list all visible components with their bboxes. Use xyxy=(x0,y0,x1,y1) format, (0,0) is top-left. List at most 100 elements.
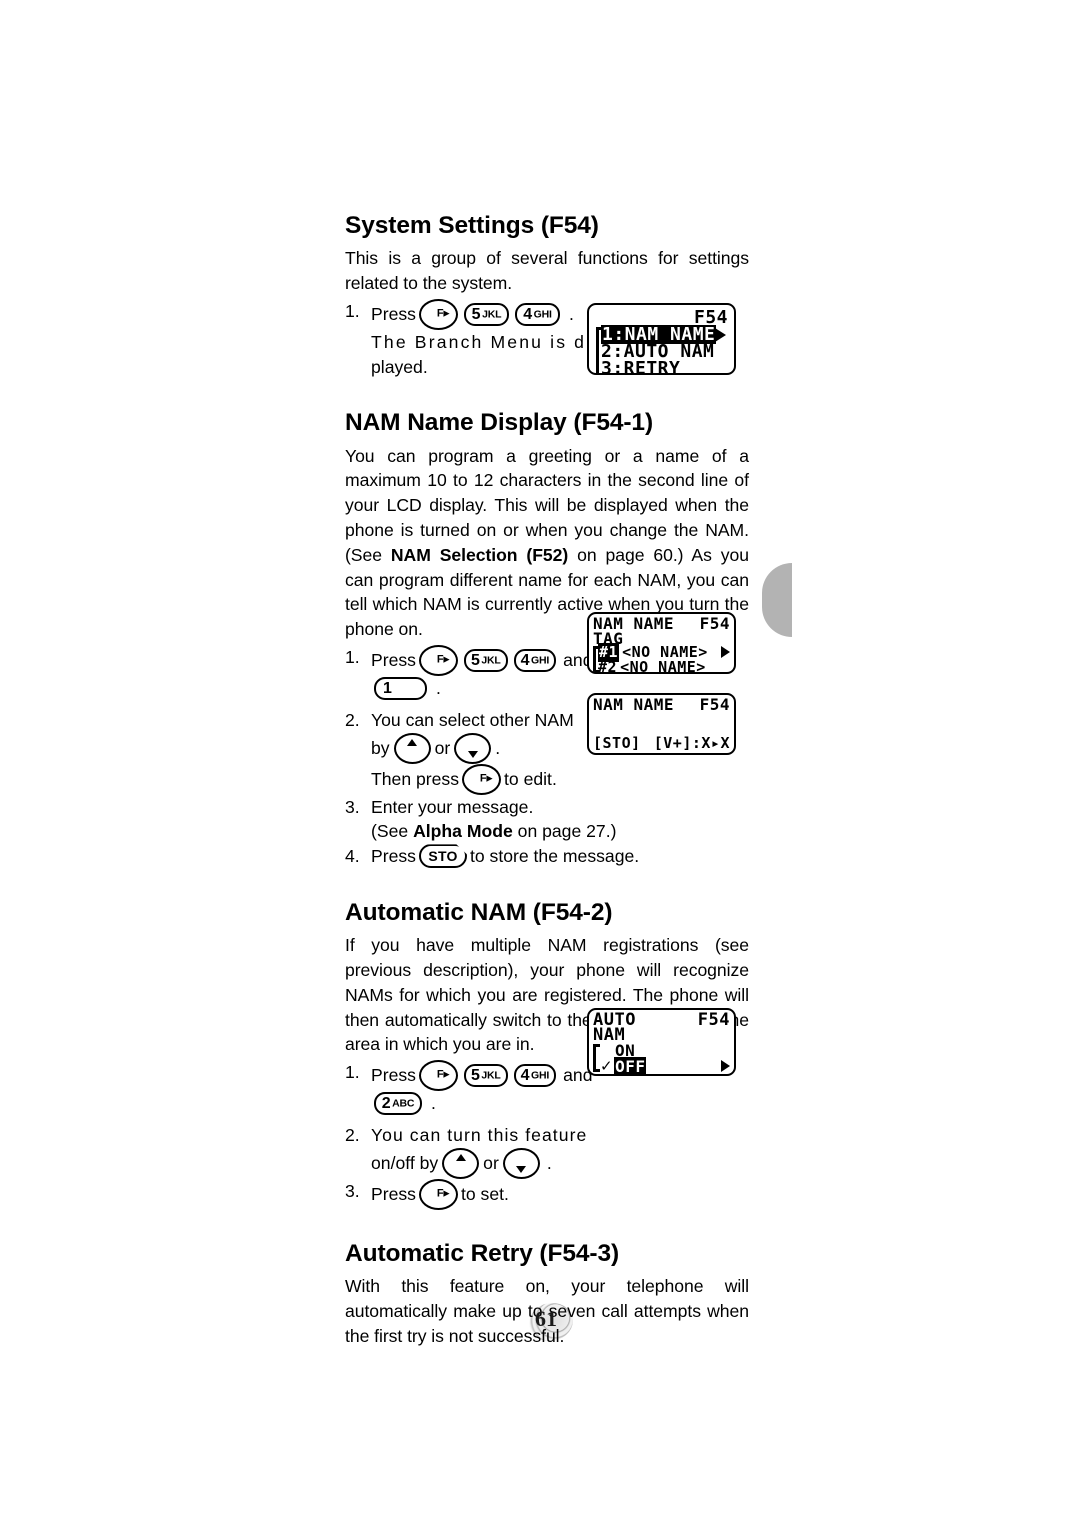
f-key-icon[interactable]: F▸ xyxy=(462,763,502,795)
key-5-letters: JKL xyxy=(482,308,502,321)
page-number: 61 xyxy=(535,1306,557,1331)
f-key-label: F xyxy=(436,307,444,320)
section-heading: NAM Name Display (F54-1) xyxy=(345,409,654,437)
step-period: . xyxy=(431,1093,436,1114)
section-heading: Automatic Retry (F54-3) xyxy=(345,1239,620,1267)
f-key-arrow-icon: ▸ xyxy=(443,653,450,666)
f-key-label: F xyxy=(436,1187,444,1200)
step-text: by xyxy=(371,737,390,758)
key-5-letters: JKL xyxy=(481,1069,501,1082)
checkmark-icon: ✓ xyxy=(600,1056,614,1075)
step-period: . xyxy=(436,678,441,699)
chevron-right-icon xyxy=(721,646,730,658)
step-conjunction: or xyxy=(483,1153,499,1174)
step-text: Then press xyxy=(371,768,460,789)
step-period: . xyxy=(546,1153,552,1174)
step-note: (See Alpha Mode on page 27.) xyxy=(371,819,749,844)
key-1[interactable]: 1 xyxy=(374,677,427,701)
chevron-right-icon xyxy=(715,328,726,342)
step-text: Press xyxy=(371,846,416,867)
step-text-tail: to edit. xyxy=(504,768,557,789)
key-4-ghi[interactable]: 4 GHI xyxy=(514,303,560,327)
lcd-title-right: F54 xyxy=(699,695,730,714)
step-text: Press xyxy=(371,650,416,671)
lcd-auto-nam: AUTO F54 NAM ON ✓ OFF xyxy=(587,1008,736,1076)
key-4-letters: GHI xyxy=(531,654,550,667)
steps-automatic-nam: 1. Press F▸ 5 JKL 4 GHI and 2 ABC . 2. Y… xyxy=(345,1060,749,1210)
lcd-softkey-left[interactable]: [STO] xyxy=(593,734,641,753)
page-title: System Settings (F54) xyxy=(345,212,599,239)
step-text: Press xyxy=(371,304,416,325)
note-run-1: (See xyxy=(371,821,414,842)
key-2-abc[interactable]: 2 ABC xyxy=(374,1092,422,1116)
chevron-right-icon xyxy=(721,1060,730,1072)
step-conjunction: or xyxy=(434,737,451,758)
scroll-down-key-icon[interactable] xyxy=(502,1147,540,1179)
key-4-ghi[interactable]: 4 GHI xyxy=(513,649,557,673)
key-5-jkl[interactable]: 5 JKL xyxy=(463,303,509,327)
scroll-up-key-icon[interactable] xyxy=(393,732,431,764)
step-number: 3. xyxy=(345,796,360,817)
f-key-label: F xyxy=(479,772,487,785)
steps-nam-name-display: 1. Press F▸ 5 JKL 4 GHI and 1 . 2. You c… xyxy=(345,645,749,869)
f-key-label: F xyxy=(436,1068,444,1081)
f-key-icon[interactable]: F▸ xyxy=(418,1178,458,1210)
f-key-icon[interactable]: F▸ xyxy=(418,645,458,677)
list-item: 4. Press STO to store the message. xyxy=(345,844,749,869)
step-text: Press xyxy=(371,1184,416,1205)
f-key-arrow-icon: ▸ xyxy=(443,307,450,320)
step-number: 4. xyxy=(345,845,360,866)
margin-thumb-tab xyxy=(762,563,792,637)
key-5-digit: 5 xyxy=(470,1066,480,1084)
f-key-arrow-icon: ▸ xyxy=(443,1187,450,1200)
lcd-menu-item-3[interactable]: 3:RETRY xyxy=(601,359,680,373)
page-folio: 61 xyxy=(523,1298,581,1346)
lcd-title-right: F54 xyxy=(697,1009,730,1030)
lcd-option-off[interactable]: OFF xyxy=(614,1056,647,1074)
manual-page: System Settings (F54) This is a group of… xyxy=(0,0,1080,1528)
scroll-up-key-icon[interactable] xyxy=(442,1147,480,1179)
lcd-nam-name-tag: NAM NAME F54 TAG #1 <NO NAME> #2 <NO NAM… xyxy=(587,612,736,674)
key-4-digit: 4 xyxy=(523,305,533,323)
scroll-down-key-icon[interactable] xyxy=(454,732,492,764)
step-period: . xyxy=(568,304,574,325)
key-5-digit: 5 xyxy=(470,651,480,669)
step-period: . xyxy=(495,737,501,758)
body-bold-ref: NAM Selection (F52) xyxy=(390,544,569,565)
f-key-arrow-icon: ▸ xyxy=(486,772,493,785)
step-number: 2. xyxy=(345,1125,360,1146)
step-number: 3. xyxy=(345,1180,360,1201)
lcd-title-left: NAM NAME xyxy=(593,695,675,714)
key-5-digit: 5 xyxy=(471,305,481,323)
key-2-letters: ABC xyxy=(392,1097,415,1110)
sto-key-label: STO xyxy=(428,848,458,865)
lcd-softkey-right[interactable]: [V+]:X▸X xyxy=(654,734,730,753)
step-number: 1. xyxy=(345,1062,360,1083)
key-5-jkl[interactable]: 5 JKL xyxy=(463,1064,508,1088)
lcd-nam-name-edit: NAM NAME F54 [STO] [V+]:X▸X xyxy=(587,693,736,755)
f-key-label: F xyxy=(436,653,444,666)
key-4-letters: GHI xyxy=(531,1069,550,1082)
sto-key-icon[interactable]: STO xyxy=(418,844,467,869)
key-5-jkl[interactable]: 5 JKL xyxy=(463,649,508,673)
content-column: System Settings (F54) This is a group of… xyxy=(345,212,749,1349)
list-item: 3. Enter your message. (See Alpha Mode o… xyxy=(345,795,749,844)
key-1-digit: 1 xyxy=(383,679,392,697)
step-number: 2. xyxy=(345,710,360,731)
step-text: on/off by xyxy=(371,1153,439,1174)
step-text: Press xyxy=(371,1065,416,1086)
key-4-letters: GHI xyxy=(533,308,552,321)
lcd-tag-2[interactable]: #2 xyxy=(598,658,617,672)
lcd-tag-2-value: <NO NAME> xyxy=(620,658,706,674)
section-body: This is a group of several functions for… xyxy=(345,248,749,294)
f-key-icon[interactable]: F▸ xyxy=(418,299,458,331)
key-4-digit: 4 xyxy=(520,1066,530,1084)
key-4-digit: 4 xyxy=(520,651,530,669)
key-4-ghi[interactable]: 4 GHI xyxy=(513,1064,557,1088)
step-text-tail: to set. xyxy=(460,1184,509,1205)
step-text-tail: to store the message. xyxy=(469,846,640,867)
step-number: 1. xyxy=(345,647,360,668)
note-bold-ref: Alpha Mode xyxy=(413,821,513,842)
f-key-icon[interactable]: F▸ xyxy=(418,1060,458,1092)
f-key-arrow-icon: ▸ xyxy=(443,1068,450,1081)
